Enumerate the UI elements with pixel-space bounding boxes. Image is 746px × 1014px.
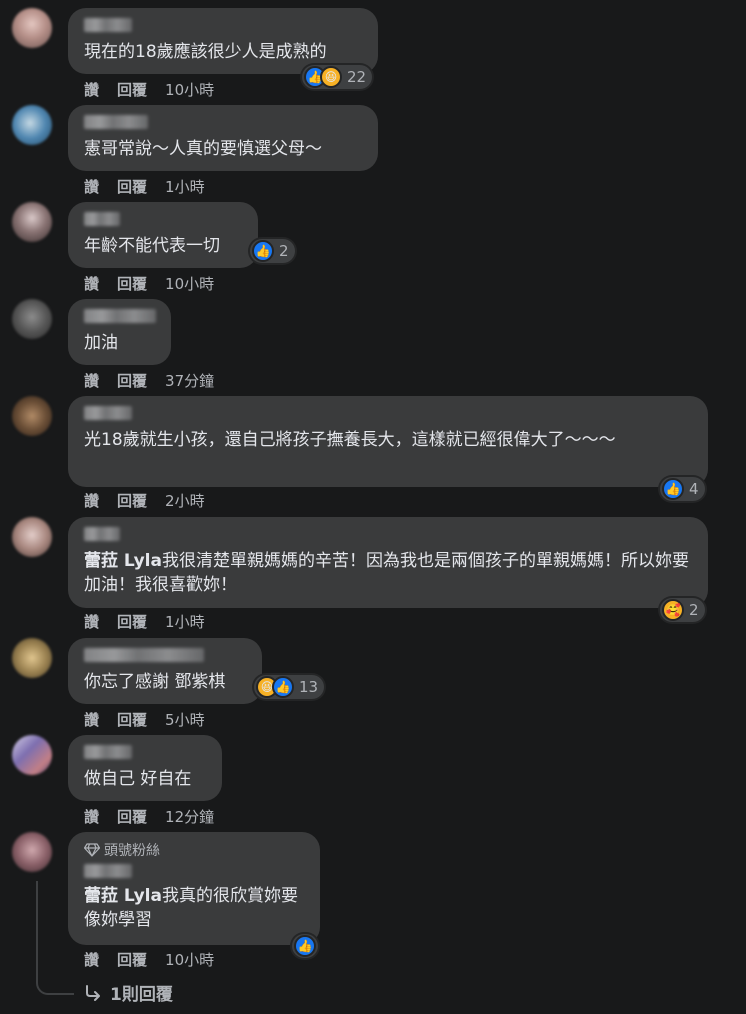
like-button[interactable]: 讚 (84, 949, 99, 970)
reaction-summary[interactable]: 👍 (292, 934, 318, 958)
reaction-summary[interactable]: 👍 2 (250, 239, 295, 263)
author-name-blurred[interactable] (84, 864, 132, 878)
avatar[interactable] (12, 832, 52, 872)
timestamp[interactable]: 5小時 (165, 709, 205, 730)
diamond-icon (84, 843, 100, 857)
author-name-blurred[interactable] (84, 212, 120, 226)
author-name-blurred[interactable] (84, 115, 148, 129)
comment-actions: 讚 回覆 1小時 (84, 611, 205, 632)
comment-text: 憲哥常說～人真的要慎選父母～ (84, 139, 322, 159)
comment-bubble: 頭號粉絲 蕾菈 Lyla我真的很欣賞妳要像妳學習 (68, 832, 320, 945)
reply-button[interactable]: 回覆 (117, 611, 147, 632)
author-name-blurred[interactable] (84, 648, 204, 662)
comment-actions: 讚 回覆 2小時 (84, 490, 205, 511)
badge-label: 頭號粉絲 (104, 843, 160, 859)
reaction-count: 13 (299, 678, 319, 696)
like-icon: 👍 (272, 676, 294, 698)
comment-bubble: 你忘了感謝 鄧紫棋 (68, 638, 262, 704)
timestamp[interactable]: 1小時 (165, 611, 205, 632)
reply-button[interactable]: 回覆 (117, 949, 147, 970)
comment-body: 我很清楚單親媽媽的辛苦！因為我也是兩個孩子的單親媽媽！所以妳要加油！我很喜歡妳！ (84, 551, 689, 595)
top-fan-badge[interactable]: 頭號粉絲 (84, 840, 304, 860)
comment-bubble: 憲哥常說～人真的要慎選父母～ (68, 105, 378, 171)
reaction-count: 2 (279, 242, 289, 260)
like-button[interactable]: 讚 (84, 806, 99, 827)
comment-bubble: 蕾菈 Lyla我很清楚單親媽媽的辛苦！因為我也是兩個孩子的單親媽媽！所以妳要加油… (68, 517, 708, 608)
like-icon: 👍 (252, 240, 274, 262)
avatar[interactable] (12, 8, 52, 48)
care-icon: 🥰 (662, 599, 684, 621)
avatar[interactable] (12, 202, 52, 242)
timestamp[interactable]: 10小時 (165, 949, 214, 970)
avatar[interactable] (12, 638, 52, 678)
author-name-blurred[interactable] (84, 406, 132, 420)
reaction-summary[interactable]: 🥰 2 (660, 598, 705, 622)
author-name-blurred[interactable] (84, 745, 132, 759)
timestamp[interactable]: 10小時 (165, 79, 214, 100)
tagged-user[interactable]: 蕾菈 Lyla (84, 886, 162, 906)
like-icon: 👍 (662, 478, 684, 500)
avatar[interactable] (12, 105, 52, 145)
reaction-summary[interactable]: 😆 👍 13 (254, 675, 325, 699)
reply-arrow-icon (86, 984, 100, 1001)
comment-actions: 讚 回覆 12分鐘 (84, 806, 214, 827)
comment-actions: 讚 回覆 10小時 (84, 79, 214, 100)
comment-text: 你忘了感謝 鄧紫棋 (84, 672, 226, 692)
like-button[interactable]: 讚 (84, 176, 99, 197)
reply-button[interactable]: 回覆 (117, 490, 147, 511)
avatar[interactable] (12, 735, 52, 775)
comment-bubble: 光18歲就生小孩，還自己將孩子撫養長大，這樣就已經很偉大了～～～ (68, 396, 708, 487)
comment-bubble: 加油 (68, 299, 171, 365)
reaction-summary[interactable]: 👍 😆 22 (302, 65, 373, 89)
comment-text: 蕾菈 Lyla我真的很欣賞妳要像妳學習 (84, 884, 304, 932)
comment-actions: 讚 回覆 37分鐘 (84, 370, 214, 391)
comment-text: 做自己 好自在 (84, 769, 192, 789)
tagged-user[interactable]: 蕾菈 Lyla (84, 551, 162, 571)
reply-button[interactable]: 回覆 (117, 709, 147, 730)
comment-actions: 讚 回覆 10小時 (84, 273, 214, 294)
timestamp[interactable]: 37分鐘 (165, 370, 214, 391)
like-icon: 👍 (294, 935, 316, 957)
comment-bubble: 年齡不能代表一切 (68, 202, 258, 268)
avatar[interactable] (12, 517, 52, 557)
like-button[interactable]: 讚 (84, 611, 99, 632)
haha-icon: 😆 (320, 66, 342, 88)
like-button[interactable]: 讚 (84, 79, 99, 100)
timestamp[interactable]: 12分鐘 (165, 806, 214, 827)
reply-button[interactable]: 回覆 (117, 79, 147, 100)
comment-actions: 讚 回覆 1小時 (84, 176, 205, 197)
comment-text: 蕾菈 Lyla我很清楚單親媽媽的辛苦！因為我也是兩個孩子的單親媽媽！所以妳要加油… (84, 549, 692, 597)
timestamp[interactable]: 10小時 (165, 273, 214, 294)
replies-count-label: 1則回覆 (110, 985, 173, 1005)
reply-thread-line (36, 881, 74, 995)
timestamp[interactable]: 1小時 (165, 176, 205, 197)
avatar[interactable] (12, 396, 52, 436)
like-button[interactable]: 讚 (84, 273, 99, 294)
comment-text: 加油 (84, 333, 118, 353)
reaction-count: 2 (689, 601, 699, 619)
like-button[interactable]: 讚 (84, 490, 99, 511)
comment-text: 光18歲就生小孩，還自己將孩子撫養長大，這樣就已經很偉大了～～～ (84, 430, 616, 450)
avatar[interactable] (12, 299, 52, 339)
view-replies-link[interactable]: 1則回覆 (84, 980, 173, 1005)
reaction-count: 4 (689, 480, 699, 498)
comment-actions: 讚 回覆 5小時 (84, 709, 205, 730)
author-name-blurred[interactable] (84, 527, 120, 541)
reply-button[interactable]: 回覆 (117, 273, 147, 294)
comment-text: 年齡不能代表一切 (84, 236, 220, 256)
comment-actions: 讚 回覆 10小時 (84, 949, 214, 970)
reply-button[interactable]: 回覆 (117, 176, 147, 197)
like-button[interactable]: 讚 (84, 709, 99, 730)
reply-button[interactable]: 回覆 (117, 806, 147, 827)
comment-bubble: 做自己 好自在 (68, 735, 222, 801)
author-name-blurred[interactable] (84, 309, 156, 323)
timestamp[interactable]: 2小時 (165, 490, 205, 511)
like-button[interactable]: 讚 (84, 370, 99, 391)
author-name-blurred[interactable] (84, 18, 132, 32)
reply-button[interactable]: 回覆 (117, 370, 147, 391)
reaction-count: 22 (347, 68, 367, 86)
reaction-summary[interactable]: 👍 4 (660, 477, 705, 501)
comment-text: 現在的18歲應該很少人是成熟的 (84, 42, 327, 62)
